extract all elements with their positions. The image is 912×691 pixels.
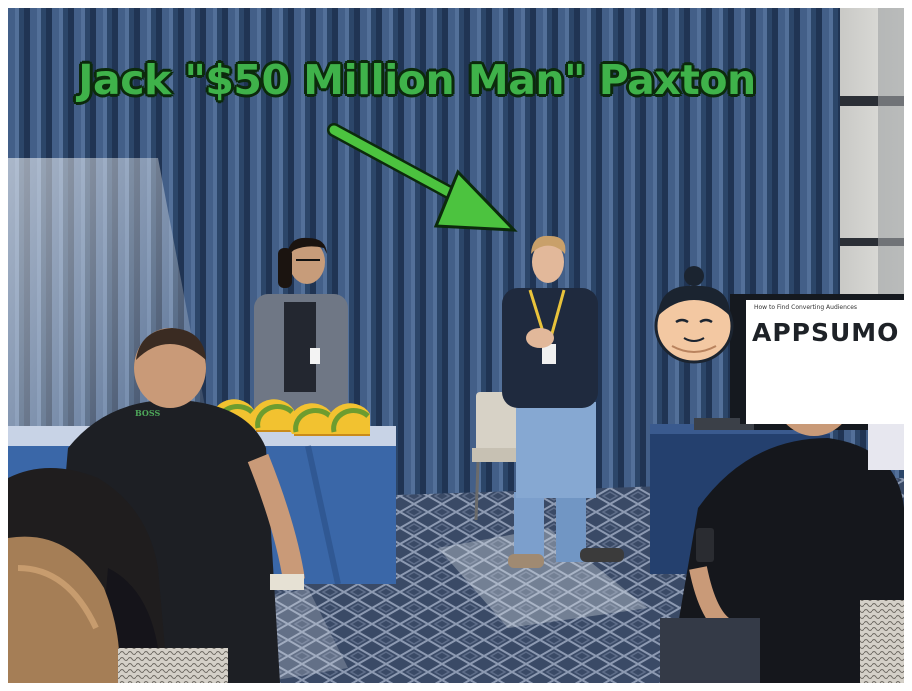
- photo-frame: How to Find Converting Audiences APPSUMO…: [0, 0, 912, 691]
- presentation-slide: How to Find Converting Audiences APPSUMO: [740, 294, 904, 424]
- appsumo-logo-text: APPSUMO: [752, 318, 900, 347]
- shirt-logo: BOSS: [135, 408, 161, 418]
- conference-photo: How to Find Converting Audiences APPSUMO…: [8, 8, 904, 683]
- overlay-headline: Jack "$50 Million Man" Paxton: [78, 56, 756, 104]
- slide-caption: How to Find Converting Audiences: [754, 304, 858, 311]
